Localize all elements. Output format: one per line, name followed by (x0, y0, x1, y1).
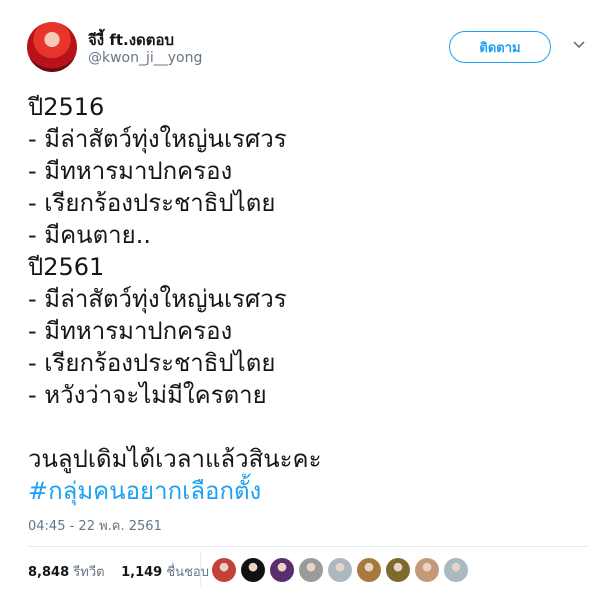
liker-avatar[interactable] (328, 558, 352, 582)
tweet-line: - มีล่าสัตว์ทุ่งใหญ่นเรศวร (28, 125, 287, 153)
liker-avatar[interactable] (357, 558, 381, 582)
tweet-line: วนลูปเดิมได้เวลาแล้วสินะคะ (28, 445, 322, 473)
tweet-timestamp[interactable]: 04:45 - 22 พ.ค. 2561 (28, 515, 162, 536)
tweet-line: - หวังว่าจะไม่มีใครตาย (28, 381, 267, 409)
divider (200, 552, 201, 586)
liker-avatar[interactable] (270, 558, 294, 582)
liker-avatar[interactable] (444, 558, 468, 582)
tweet-line: ปี2516 (28, 93, 105, 121)
tweet-line: - เรียกร้องประชาธิปไตย (28, 349, 276, 377)
tweet-line (28, 411, 598, 443)
tweet-line: - มีล่าสัตว์ทุ่งใหญ่นเรศวร (28, 285, 287, 313)
liker-avatar[interactable] (415, 558, 439, 582)
chevron-down-icon[interactable] (572, 38, 586, 52)
retweets-count[interactable]: 8,848 (28, 565, 69, 580)
liker-avatar[interactable] (212, 558, 236, 582)
tweet-text: ปี2516 - มีล่าสัตว์ทุ่งใหญ่นเรศวร - มีทห… (28, 91, 598, 507)
likes-count[interactable]: 1,149 (121, 565, 162, 580)
tweet-line: ปี2561 (28, 253, 105, 281)
likes-label[interactable]: ชื่นชอบ (166, 565, 209, 580)
tweet-line: - มีทหารมาปกครอง (28, 317, 233, 345)
divider (28, 546, 588, 547)
tweet-line: - มีทหารมาปกครอง (28, 157, 233, 185)
display-name[interactable]: จีงี้ ft.งดตอบ (88, 28, 174, 52)
user-handle[interactable]: @kwon_ji__yong (88, 50, 202, 66)
liker-avatar[interactable] (386, 558, 410, 582)
user-avatar[interactable] (27, 22, 77, 72)
hashtag-link[interactable]: #กลุ่มคนอยากเลือกตั้ง (28, 475, 598, 507)
follow-button[interactable]: ติดตาม (449, 31, 551, 63)
tweet-line: - มีคนตาย.. (28, 221, 151, 249)
retweets-label[interactable]: รีทวีต (73, 565, 104, 580)
tweet-stats: 8,848 รีทวีต 1,149 ชื่นชอบ (28, 561, 209, 582)
liker-avatar[interactable] (241, 558, 265, 582)
liker-avatar[interactable] (299, 558, 323, 582)
tweet-line: - เรียกร้องประชาธิปไตย (28, 189, 276, 217)
